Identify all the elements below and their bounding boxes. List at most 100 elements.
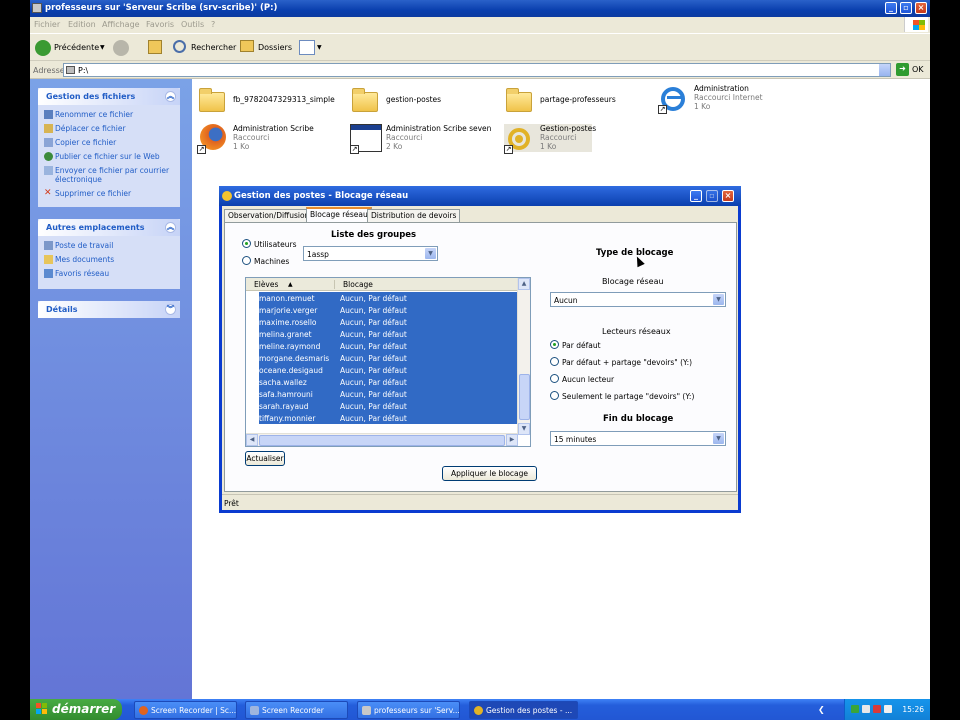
place-my-computer[interactable]: Poste de travail bbox=[38, 241, 180, 250]
status-text: Prêt bbox=[224, 499, 239, 508]
menu-favoris[interactable]: Favoris bbox=[146, 20, 174, 29]
group-select[interactable]: 1assp ▼ bbox=[303, 246, 438, 261]
scroll-left-icon[interactable]: ◀ bbox=[246, 434, 258, 446]
scroll-thumb[interactable] bbox=[259, 435, 505, 446]
dialog-minimize-button[interactable]: _ bbox=[690, 190, 702, 202]
minimize-button[interactable]: _ bbox=[885, 2, 897, 14]
maximize-button[interactable]: ▫ bbox=[900, 2, 912, 14]
table-row[interactable]: morgane.desmaris Aucun, Par défaut bbox=[259, 352, 518, 364]
menu-fichier[interactable]: Fichier bbox=[34, 20, 60, 29]
place-network[interactable]: Favoris réseau bbox=[38, 269, 180, 278]
table-row[interactable]: safa.hamrouni Aucun, Par défaut bbox=[259, 388, 518, 400]
chevron-down-icon[interactable]: ▼ bbox=[713, 294, 724, 305]
tray-network-icon[interactable] bbox=[862, 705, 870, 713]
dialog-title-bar[interactable]: Gestion des postes - Blocage réseau _ ▫ … bbox=[219, 186, 741, 206]
scroll-down-icon[interactable]: ▼ bbox=[518, 423, 530, 435]
taskbar-label: Screen Recorder bbox=[262, 706, 324, 715]
table-row[interactable]: sacha.wallez Aucun, Par défaut bbox=[259, 376, 518, 388]
taskbar-item-gestion-postes[interactable]: Gestion des postes - ... bbox=[469, 701, 578, 719]
start-button[interactable]: démarrer bbox=[30, 699, 122, 720]
scroll-right-icon[interactable]: ▶ bbox=[506, 434, 518, 446]
end-title: Fin du blocage bbox=[603, 414, 674, 424]
tray-activity-icon[interactable] bbox=[873, 705, 881, 713]
tab-network-blocking[interactable]: Blocage réseau bbox=[306, 207, 372, 222]
task-move[interactable]: Déplacer ce fichier bbox=[38, 124, 180, 133]
task-publish[interactable]: Publier ce fichier sur le Web bbox=[38, 152, 180, 161]
move-icon bbox=[44, 124, 53, 133]
column-blocking[interactable]: Blocage bbox=[334, 280, 373, 289]
refresh-button[interactable]: Actualiser bbox=[245, 451, 285, 466]
chevron-down-icon[interactable]: ▼ bbox=[425, 248, 436, 259]
list-vertical-scrollbar[interactable]: ▲ ▼ bbox=[517, 278, 530, 435]
column-students[interactable]: Elèves bbox=[254, 280, 278, 289]
details-header[interactable]: Détails ︾ bbox=[38, 301, 180, 318]
search-button[interactable]: Rechercher bbox=[191, 40, 236, 56]
dialog-maximize-button[interactable]: ▫ bbox=[706, 190, 718, 202]
dialog-close-button[interactable]: × bbox=[722, 190, 734, 202]
collapse-chevron-icon[interactable]: ︽ bbox=[165, 222, 176, 233]
network-block-select[interactable]: Aucun ▼ bbox=[550, 292, 726, 307]
menu-outils[interactable]: Outils bbox=[181, 20, 204, 29]
table-row[interactable]: meline.raymond Aucun, Par défaut bbox=[259, 340, 518, 352]
student-cell: safa.hamrouni bbox=[259, 390, 313, 399]
chevron-down-icon[interactable]: ▼ bbox=[713, 433, 724, 444]
folders-button[interactable]: Dossiers bbox=[258, 40, 292, 56]
back-dropdown-icon[interactable]: ▼ bbox=[100, 40, 105, 56]
table-row[interactable]: maxime.rosello Aucun, Par défaut bbox=[259, 316, 518, 328]
file-name: Administration bbox=[694, 84, 749, 93]
tray-expand-icon[interactable]: ❮ bbox=[818, 705, 825, 714]
address-field[interactable]: P:\ bbox=[63, 63, 891, 77]
table-row[interactable]: manon.remuet Aucun, Par défaut bbox=[259, 292, 518, 304]
explorer-title-bar[interactable]: professeurs sur 'Serveur Scribe (srv-scr… bbox=[30, 0, 930, 17]
task-rename[interactable]: Renommer ce fichier bbox=[38, 110, 180, 119]
radio-users-indicator bbox=[242, 239, 251, 248]
tray-app-icon[interactable] bbox=[851, 705, 859, 713]
table-row[interactable]: tiffany.monnier Aucun, Par défaut bbox=[259, 412, 518, 424]
place-my-documents[interactable]: Mes documents bbox=[38, 255, 180, 264]
scroll-up-icon[interactable]: ▲ bbox=[518, 278, 530, 290]
file-type: Raccourci bbox=[386, 133, 423, 142]
scroll-thumb[interactable] bbox=[519, 374, 530, 420]
menu-affichage[interactable]: Affichage bbox=[102, 20, 140, 29]
views-dropdown-icon[interactable]: ▼ bbox=[317, 40, 322, 56]
taskbar-item-explorer[interactable]: professeurs sur 'Serv... bbox=[357, 701, 460, 719]
task-email[interactable]: Envoyer ce fichier par courrier électron… bbox=[38, 166, 180, 184]
blocking-cell: Aucun, Par défaut bbox=[340, 402, 407, 411]
expand-chevron-icon[interactable]: ︾ bbox=[165, 304, 176, 315]
menu-edition[interactable]: Edition bbox=[68, 20, 96, 29]
back-button[interactable]: Précédente bbox=[54, 40, 99, 56]
application-window-icon: ↗ bbox=[350, 124, 382, 154]
file-tasks-header[interactable]: Gestion des fichiers ︽ bbox=[38, 88, 180, 105]
views-icon[interactable] bbox=[299, 40, 315, 55]
address-dropdown-icon[interactable] bbox=[879, 64, 890, 76]
taskbar-item-recorder[interactable]: Screen Recorder bbox=[245, 701, 348, 719]
task-delete[interactable]: ✕ Supprimer ce fichier bbox=[38, 189, 180, 199]
end-duration-select[interactable]: 15 minutes ▼ bbox=[550, 431, 726, 446]
tab-homework[interactable]: Distribution de devoirs bbox=[367, 209, 461, 222]
blocking-dialog: Gestion des postes - Blocage réseau _ ▫ … bbox=[219, 186, 741, 513]
table-row[interactable]: oceane.desigaud Aucun, Par défaut bbox=[259, 364, 518, 376]
back-arrow-icon[interactable] bbox=[35, 40, 51, 56]
forward-arrow-icon[interactable] bbox=[113, 40, 129, 56]
close-button[interactable]: × bbox=[915, 2, 927, 14]
go-button[interactable]: ➜ OK bbox=[896, 63, 926, 77]
taskbar-item-recorder-browser[interactable]: Screen Recorder | Sc... bbox=[134, 701, 237, 719]
collapse-chevron-icon[interactable]: ︽ bbox=[165, 91, 176, 102]
file-item-selected[interactable]: ↗ Gestion-postes Raccourci 1 Ko bbox=[504, 124, 596, 154]
table-row[interactable]: sarah.rayaud Aucun, Par défaut bbox=[259, 400, 518, 412]
students-list[interactable]: Elèves ▲ Blocage manon.remuet Aucun, Par … bbox=[245, 277, 531, 447]
file-tasks-title: Gestion des fichiers bbox=[46, 92, 136, 101]
apply-blocking-button[interactable]: Appliquer le blocage bbox=[442, 466, 537, 481]
tab-observation[interactable]: Observation/Diffusion bbox=[224, 209, 314, 222]
table-row[interactable]: melina.granet Aucun, Par défaut bbox=[259, 328, 518, 340]
up-folder-icon[interactable] bbox=[148, 40, 162, 54]
task-copy[interactable]: Copier ce fichier bbox=[38, 138, 180, 147]
address-label: Adresse bbox=[33, 66, 65, 75]
system-tray: 15:26 bbox=[844, 699, 930, 720]
other-places-header[interactable]: Autres emplacements ︽ bbox=[38, 219, 180, 236]
menu-help[interactable]: ? bbox=[211, 20, 215, 29]
gestion-postes-icon: ↗ bbox=[504, 124, 534, 154]
table-row[interactable]: marjorie.verger Aucun, Par défaut bbox=[259, 304, 518, 316]
tray-volume-icon[interactable] bbox=[884, 705, 892, 713]
list-horizontal-scrollbar[interactable]: ◀ ▶ bbox=[246, 433, 518, 446]
